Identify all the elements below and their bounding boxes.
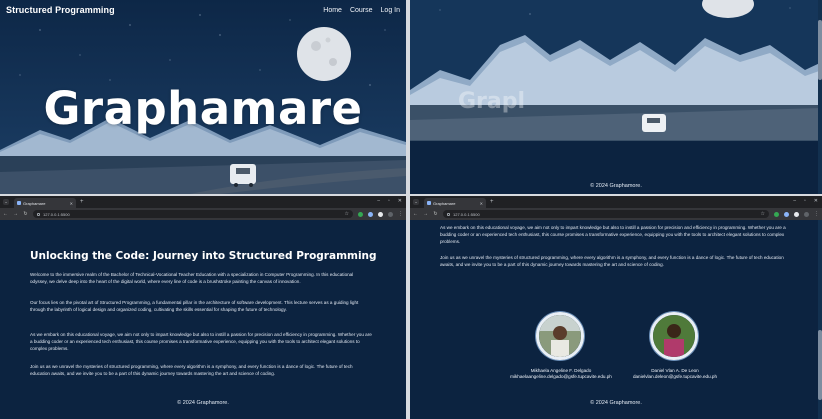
browser-toolbar: ← → ↻ 127.0.0.1:5500 ☆ ⋮ [0,208,406,220]
page-scrollbar[interactable] [818,0,822,196]
forward-arrow-icon[interactable]: → [13,211,18,217]
about-paragraph-1: Welcome to the immersive realm of the Ba… [30,272,354,285]
address-url[interactable]: 127.0.0.1:5500 [43,212,342,217]
address-url[interactable]: 127.0.0.1:5500 [453,212,758,217]
about-paragraph-4: Join us as we unravel the mysteries of s… [440,255,784,268]
browser-tab-title: Graphamare [23,200,46,206]
window-controls: – ▫ ✕ [377,198,402,204]
extension-green-icon[interactable] [774,211,779,217]
nav-link-course[interactable]: Course [350,7,373,14]
profile-avatar-icon[interactable] [388,211,393,217]
about-paragraph-3: As we embark on this educational voyage,… [30,332,372,352]
browser-tab[interactable]: Graphamare ✕ [424,198,486,208]
reload-icon[interactable]: ↻ [23,211,28,217]
author-photo-2-image [653,315,695,357]
extension-blue-icon[interactable] [784,211,789,217]
tab-search-button[interactable]: ⌄ [413,199,419,205]
about-paragraph-4: Join us as we unravel the mysteries of s… [30,364,353,377]
nav-link-login[interactable]: Log In [381,7,400,14]
hero-window-left: Structured Programming Home Course Log I… [0,0,406,196]
bookmark-star-icon[interactable]: ☆ [345,211,349,217]
reload-icon[interactable]: ↻ [433,211,438,217]
top-navbar: Structured Programming Home Course Log I… [0,0,406,20]
hero-title: Graphamare [43,82,363,135]
author-1-email[interactable]: mikhaelaangeline.delgado@gsfe.tupcavite.… [496,374,626,380]
minimize-icon[interactable]: – [793,198,796,204]
nav-link-home[interactable]: Home [323,7,342,14]
address-bar[interactable]: 127.0.0.1:5500 ☆ [33,210,353,218]
scrollbar-thumb[interactable] [818,20,822,80]
window-divider-horizontal [0,194,822,196]
browser-window-right: ⌄ Graphamare ✕ + – ▫ ✕ ← → ↻ 127.0.0.1:5… [410,196,822,419]
site-info-icon[interactable] [37,212,40,216]
author-1-info: Mikhaela Angeline F. Delgado mikhaelaang… [496,368,626,380]
author-photo-1 [536,312,584,360]
close-window-icon[interactable]: ✕ [814,198,818,204]
about-paragraph-3: As we embark on this educational voyage,… [440,225,786,245]
maximize-icon[interactable]: ▫ [388,198,390,204]
favicon-icon [17,201,21,205]
site-info-icon[interactable] [447,212,450,216]
back-arrow-icon[interactable]: ← [413,211,418,217]
footer-copyright: © 2024 Graphamore. [177,400,229,406]
browser-tab-title: Graphamare [433,200,456,206]
window-controls: – ▫ ✕ [793,198,818,204]
favicon-icon [427,201,431,205]
page-content: Unlocking the Code: Journey into Structu… [0,220,406,419]
extension-green-icon[interactable] [358,211,363,217]
footer-copyright: © 2024 Graphamore. [590,400,642,406]
author-2-info: Daniel Vlan A. De Leon danielvlan.deleon… [610,368,740,380]
extension-blue-icon[interactable] [368,211,373,217]
tab-close-icon[interactable]: ✕ [70,201,73,206]
tab-search-button[interactable]: ⌄ [3,199,9,205]
nav-links: Home Course Log In [323,7,400,14]
bookmark-star-icon[interactable]: ☆ [761,211,765,217]
hero-background-image-scrolled: Grapl [410,0,822,196]
browser-tab[interactable]: Graphamare ✕ [14,198,76,208]
brand-logo-text[interactable]: Structured Programming [6,5,115,15]
scrollbar-thumb[interactable] [818,330,822,400]
browser-tab-strip: ⌄ Graphamare ✕ + – ▫ ✕ [410,196,822,208]
close-window-icon[interactable]: ✕ [398,198,402,204]
browser-tab-strip: ⌄ Graphamare ✕ + – ▫ ✕ [0,196,406,208]
new-tab-button[interactable]: + [80,199,84,205]
extension-puzzle-icon[interactable] [794,211,799,217]
minimize-icon[interactable]: – [377,198,380,204]
author-photo-1-image [539,315,581,357]
hero-title-partial: Grapl [458,89,525,114]
tab-close-icon[interactable]: ✕ [480,201,483,206]
browser-menu-icon[interactable]: ⋮ [814,211,819,217]
profile-avatar-icon[interactable] [804,211,809,217]
address-bar[interactable]: 127.0.0.1:5500 ☆ [443,210,769,218]
extension-puzzle-icon[interactable] [378,211,383,217]
window-divider-vertical [406,0,410,419]
hero-window-right: Grapl © 2024 Graphamore. [410,0,822,196]
browser-menu-icon[interactable]: ⋮ [398,211,403,217]
author-2-email[interactable]: danielvlan.deleon@gsfe.tupcavite.edu.ph [610,374,740,380]
forward-arrow-icon[interactable]: → [423,211,428,217]
about-paragraph-2: Our focus lies on the pivotal art of Str… [30,300,359,313]
maximize-icon[interactable]: ▫ [804,198,806,204]
about-heading: Unlocking the Code: Journey into Structu… [30,250,377,262]
browser-toolbar: ← → ↻ 127.0.0.1:5500 ☆ ⋮ [410,208,822,220]
footer-copyright: © 2024 Graphamore. [590,183,642,189]
page-content: As we embark on this educational voyage,… [410,220,822,419]
browser-window-left: ⌄ Graphamare ✕ + – ▫ ✕ ← → ↻ 127.0.0.1:5… [0,196,406,419]
back-arrow-icon[interactable]: ← [3,211,8,217]
new-tab-button[interactable]: + [490,199,494,205]
page-scrollbar[interactable] [818,220,822,419]
author-photo-2 [650,312,698,360]
